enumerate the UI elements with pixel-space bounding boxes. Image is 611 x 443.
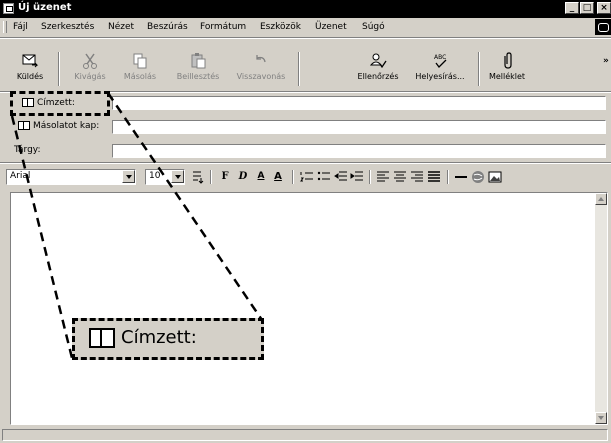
underline-button[interactable]: A [255, 171, 267, 181]
menu-szerkesztes[interactable]: Szerkesztés [41, 22, 94, 32]
increase-indent-icon[interactable] [350, 170, 364, 184]
hyperlink-icon[interactable] [471, 170, 485, 184]
cc-row: Másolatot kap: [0, 118, 611, 138]
copy-label: Másolás [123, 72, 157, 81]
format-separator [369, 170, 371, 184]
font-color-button[interactable]: A [272, 171, 284, 182]
subject-label: Tárgy: [14, 145, 41, 155]
justify-icon[interactable] [427, 170, 441, 184]
format-toolbar: Arial 10 F D A A [0, 164, 611, 190]
toolbar-separator [478, 52, 480, 86]
vertical-scrollbar[interactable] [595, 193, 607, 424]
address-book-icon [22, 98, 34, 107]
windows-logo-icon [595, 19, 611, 35]
maximize-button[interactable]: □ [580, 2, 594, 14]
spelling-label: Helyesírás... [415, 72, 465, 81]
spellcheck-icon: ABC [434, 54, 447, 68]
paste-label: Beillesztés [176, 72, 220, 81]
toolbar-separator [58, 52, 60, 86]
italic-button[interactable]: D [237, 171, 249, 182]
message-body[interactable] [10, 192, 608, 425]
spelling-button[interactable]: ABC Helyesírás... [410, 52, 470, 81]
paperclip-icon [504, 52, 512, 69]
window-title: Új üzenet [18, 2, 72, 13]
paste-icon [191, 53, 206, 69]
undo-button[interactable]: Visszavonás [232, 52, 290, 81]
bold-button[interactable]: F [219, 171, 231, 182]
address-book-icon [89, 328, 115, 348]
message-icon [3, 3, 14, 14]
minimize-button[interactable]: _ [565, 2, 579, 14]
format-separator [292, 170, 294, 184]
scissors-icon [83, 53, 97, 69]
numbered-list-icon[interactable] [300, 170, 314, 184]
format-separator [447, 170, 449, 184]
subject-row: Tárgy: [0, 142, 611, 162]
address-book-icon [18, 121, 30, 130]
check-names-label: Ellenőrzés [357, 72, 399, 81]
svg-text:ABC: ABC [434, 54, 446, 61]
copy-button[interactable]: Másolás [118, 52, 162, 81]
font-size-value: 10 [149, 171, 161, 181]
chevron-down-icon[interactable] [122, 170, 135, 183]
align-right-icon[interactable] [410, 170, 424, 184]
menu-formatum[interactable]: Formátum [200, 22, 246, 32]
callout-label: Címzett: [121, 327, 197, 348]
menu-sugo[interactable]: Súgó [362, 22, 385, 32]
copy-icon [133, 53, 147, 69]
align-left-icon[interactable] [376, 170, 390, 184]
menu-uzenet[interactable]: Üzenet [315, 22, 347, 32]
cc-button[interactable]: Másolatot kap: [18, 121, 99, 131]
undo-label: Visszavonás [236, 72, 286, 81]
paragraph-style-icon[interactable] [191, 170, 205, 184]
paste-button[interactable]: Beillesztés [170, 52, 226, 81]
send-label: Küldés [16, 72, 44, 81]
scroll-up-icon[interactable] [595, 193, 607, 205]
undo-icon [256, 55, 266, 63]
attach-label: Melléklet [488, 72, 526, 81]
font-size-select[interactable]: 10 [145, 169, 185, 185]
close-button[interactable]: × [597, 2, 611, 14]
toolbar: Küldés Kivágás Másolás Beillesztés Vissz… [0, 38, 611, 90]
menu-bar: Fájl Szerkesztés Nézet Beszúrás Formátum… [0, 18, 611, 36]
menu-eszkozok[interactable]: Eszközök [260, 22, 301, 32]
send-icon [22, 54, 39, 68]
font-select[interactable]: Arial [6, 169, 136, 185]
status-text [2, 429, 608, 441]
menu-beszuras[interactable]: Beszúrás [147, 22, 188, 32]
to-label: Címzett: [37, 98, 75, 108]
check-names-icon [369, 53, 387, 69]
insert-picture-icon[interactable] [488, 170, 502, 184]
status-bar [0, 427, 611, 443]
check-names-button[interactable]: Ellenőrzés [354, 52, 402, 81]
align-center-icon[interactable] [393, 170, 407, 184]
chevron-down-icon[interactable] [171, 170, 184, 183]
attach-button[interactable]: Melléklet [482, 52, 532, 81]
horizontal-line-icon[interactable] [454, 170, 468, 184]
subject-input[interactable] [112, 144, 606, 158]
zoom-callout: Címzett: [72, 318, 264, 360]
to-button-highlight[interactable]: Címzett: [10, 91, 110, 116]
cut-button[interactable]: Kivágás [70, 52, 110, 81]
toolbar-overflow-button[interactable]: » [603, 56, 609, 66]
decrease-indent-icon[interactable] [334, 170, 348, 184]
to-input[interactable] [112, 96, 606, 110]
send-button[interactable]: Küldés [10, 52, 50, 81]
to-button[interactable]: Címzett: [22, 98, 75, 108]
cut-label: Kivágás [74, 72, 106, 81]
title-bar: Új üzenet _ □ × [0, 0, 611, 18]
menu-nezet[interactable]: Nézet [108, 22, 134, 32]
cc-label: Másolatot kap: [33, 121, 100, 131]
format-separator [210, 170, 212, 184]
cc-input[interactable] [112, 120, 606, 134]
menu-grip[interactable] [3, 21, 7, 33]
bullet-list-icon[interactable] [317, 170, 331, 184]
toolbar-separator [298, 52, 300, 86]
scroll-down-icon[interactable] [595, 412, 607, 424]
font-value: Arial [10, 171, 31, 181]
menu-fajl[interactable]: Fájl [13, 22, 28, 32]
